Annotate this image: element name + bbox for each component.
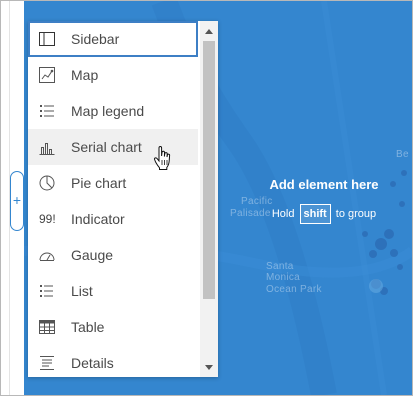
drop-subtitle: Hold shift to group (239, 204, 409, 224)
menu-item-indicator[interactable]: 99! Indicator (28, 201, 198, 237)
drop-hint-prefix: Hold (271, 208, 295, 220)
menu-item-label: Sidebar (71, 31, 120, 47)
menu-item-table[interactable]: Table (28, 309, 198, 345)
map-label: Santa (266, 261, 294, 272)
indicator-icon: 99! (39, 211, 61, 227)
menu-scrollbar[interactable] (200, 21, 218, 377)
map-label: Be (396, 149, 409, 160)
menu-item-label: Table (71, 319, 105, 335)
indicator-icon-text: 99! (39, 212, 56, 226)
details-icon (39, 355, 55, 371)
hand-pointer-cursor-icon (153, 145, 172, 175)
menu-item-serial-chart[interactable]: Serial chart (28, 129, 198, 165)
map-label: Ocean Park (266, 284, 322, 295)
serial-chart-icon (39, 139, 55, 155)
menu-item-label: Indicator (71, 211, 125, 227)
app-frame: Pacific Palisade Santa Monica Ocean Park… (0, 0, 413, 396)
gauge-icon (39, 247, 55, 263)
drop-hint-suffix: to group (335, 208, 377, 220)
shift-key-badge: shift (299, 204, 331, 224)
scroll-down-arrow-icon[interactable] (200, 359, 218, 375)
menu-item-label: Map (71, 67, 99, 83)
drop-title: Add element here (269, 177, 379, 192)
menu-item-label: Serial chart (71, 139, 142, 155)
add-element-menu: Sidebar Map Map legend Serial chart Pie (28, 21, 218, 377)
map-legend-icon (39, 103, 55, 119)
menu-item-list[interactable]: List (28, 273, 198, 309)
menu-item-label: Gauge (71, 247, 114, 263)
menu-item-gauge[interactable]: Gauge (28, 237, 198, 273)
pie-chart-icon (39, 175, 55, 191)
map-icon (39, 67, 55, 83)
menu-item-label: Map legend (71, 103, 145, 119)
menu-item-pie-chart[interactable]: Pie chart (28, 165, 198, 201)
left-panel-edge (1, 1, 10, 395)
drop-zone-hint: Add element here Hold shift to group (239, 175, 409, 224)
menu-item-map-legend[interactable]: Map legend (28, 93, 198, 129)
menu-item-label: List (71, 283, 93, 299)
menu-item-details[interactable]: Details (28, 345, 198, 377)
add-element-handle[interactable]: + (10, 171, 24, 231)
menu-item-label: Details (71, 355, 114, 371)
scrollbar-thumb[interactable] (203, 41, 215, 299)
menu-item-sidebar[interactable]: Sidebar (28, 21, 198, 57)
table-icon (39, 319, 55, 335)
map-label: Monica (266, 272, 301, 283)
menu-item-label: Pie chart (71, 175, 127, 191)
menu-item-map[interactable]: Map (28, 57, 198, 93)
list-icon (39, 283, 55, 299)
scroll-up-arrow-icon[interactable] (200, 23, 218, 39)
sidebar-icon (39, 31, 55, 47)
